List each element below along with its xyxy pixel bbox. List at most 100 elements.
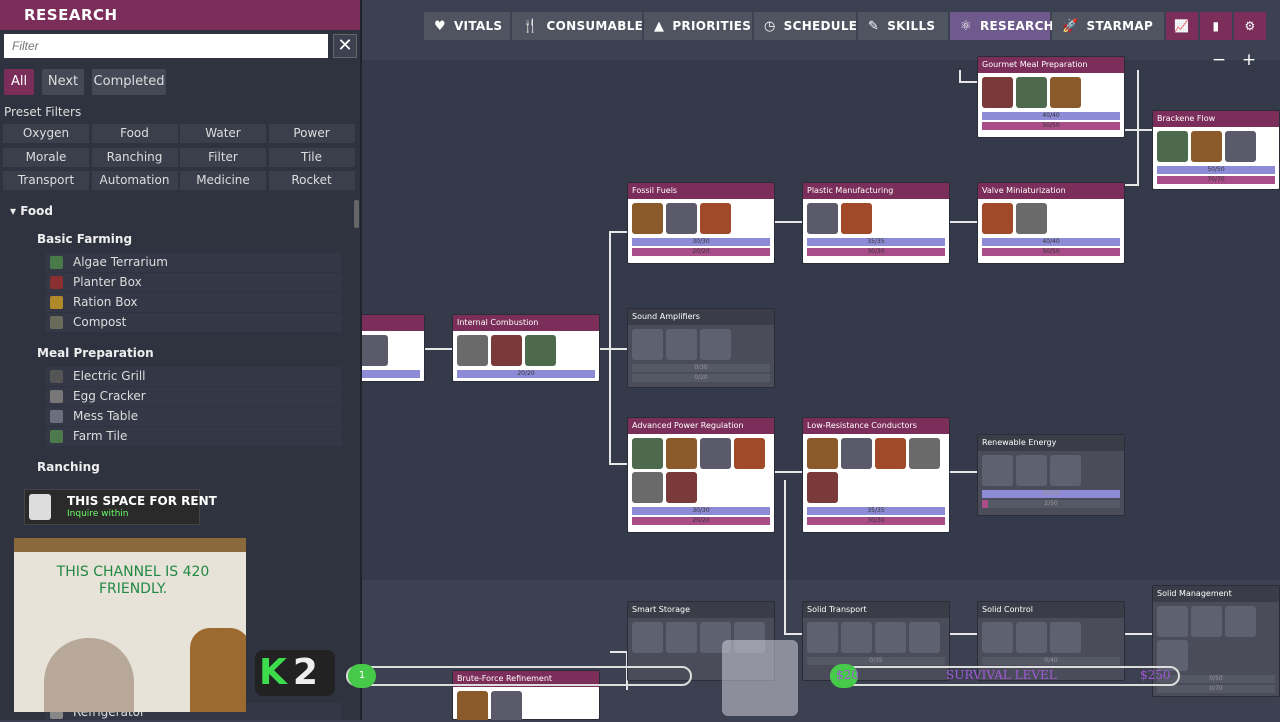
tech-node-low-resistance-conductors[interactable]: Low-Resistance Conductors 35/35 30/30 — [802, 417, 950, 533]
tech-unlock-icon[interactable] — [491, 691, 522, 720]
tab-completed[interactable]: Completed — [92, 69, 166, 95]
tech-unlock-icon[interactable] — [982, 455, 1013, 486]
tech-node-sound-amplifiers[interactable]: Sound Amplifiers 0/30 0/20 — [627, 308, 775, 388]
tech-unlock-icon[interactable] — [807, 438, 838, 469]
tech-unlock-icon[interactable] — [875, 622, 906, 653]
preset-filter-rocket[interactable]: Rocket — [268, 171, 355, 190]
preset-filter-ranching[interactable]: Ranching — [91, 147, 178, 167]
nav-skills[interactable]: ✎ SKILLS — [858, 12, 948, 40]
tech-node-advanced-power-regulation[interactable]: Advanced Power Regulation 30/30 20/20 — [627, 417, 775, 533]
research-tree[interactable]: Gourmet Meal Preparation 40/40 50/50 Bracke… — [362, 0, 1280, 720]
tech-node-fossil-fuels[interactable]: Fossil Fuels 30/30 20/20 — [627, 182, 775, 264]
list-item[interactable]: Farm Tile — [46, 427, 342, 446]
list-item[interactable]: Ration Box — [46, 293, 342, 312]
tech-unlock-icon[interactable] — [1016, 622, 1047, 653]
nav-schedule[interactable]: ◷ SCHEDULE — [754, 12, 857, 40]
tech-unlock-icon[interactable] — [666, 329, 697, 360]
tech-unlock-icon[interactable] — [982, 622, 1013, 653]
nav-research[interactable]: ⚛ RESEARCH — [950, 12, 1054, 40]
tech-unlock-icon[interactable] — [1050, 77, 1081, 108]
tech-unlock-icon[interactable] — [875, 438, 906, 469]
category-food[interactable]: ▾ Food — [10, 204, 53, 218]
tech-unlock-icon[interactable] — [1191, 131, 1222, 162]
preset-filter-water[interactable]: Water — [180, 124, 266, 143]
tech-unlock-icon[interactable] — [491, 335, 522, 366]
tech-unlock-icon[interactable] — [841, 622, 872, 653]
group-ranching[interactable]: Ranching — [37, 460, 100, 474]
gear-icon[interactable]: ⚙ — [1234, 12, 1266, 40]
tech-unlock-icon[interactable] — [666, 622, 697, 653]
tech-node-internal-combustion[interactable]: Internal Combustion 20/20 — [452, 314, 600, 382]
tech-unlock-icon[interactable] — [807, 203, 838, 234]
tech-unlock-icon[interactable] — [700, 203, 731, 234]
preset-filter-oxygen[interactable]: Oxygen — [3, 124, 89, 143]
tech-node-plastic-manufacturing[interactable]: Plastic Manufacturing 35/35 30/30 — [802, 182, 950, 264]
tech-unlock-icon[interactable] — [525, 335, 556, 366]
chart-icon[interactable]: 📈 — [1166, 12, 1198, 40]
tech-unlock-icon[interactable] — [632, 622, 663, 653]
tech-unlock-icon[interactable] — [1157, 131, 1188, 162]
tech-unlock-icon[interactable] — [841, 203, 872, 234]
tech-unlock-icon[interactable] — [666, 203, 697, 234]
tech-unlock-icon[interactable] — [362, 335, 388, 366]
tech-node-gourmet-meal-preparation[interactable]: Gourmet Meal Preparation 40/40 50/50 — [977, 56, 1125, 138]
tech-unlock-icon[interactable] — [457, 691, 488, 720]
tech-unlock-icon[interactable] — [909, 622, 940, 653]
tab-all[interactable]: All — [4, 69, 34, 95]
tech-node-valve-miniaturization[interactable]: Valve Miniaturization 40/40 50/50 — [977, 182, 1125, 264]
tech-unlock-icon[interactable] — [700, 438, 731, 469]
clear-filter-button[interactable]: ✕ — [333, 34, 357, 58]
tech-unlock-icon[interactable] — [841, 438, 872, 469]
tab-next[interactable]: Next — [42, 69, 84, 95]
tech-unlock-icon[interactable] — [632, 329, 663, 360]
book-icon[interactable]: ▮ — [1200, 12, 1232, 40]
preset-filter-food[interactable]: Food — [91, 124, 178, 143]
tech-unlock-icon[interactable] — [1050, 622, 1081, 653]
tech-unlock-icon[interactable] — [1050, 455, 1081, 486]
preset-filter-tile[interactable]: Tile — [268, 147, 355, 167]
preset-filter-medicine[interactable]: Medicine — [180, 171, 266, 190]
tech-unlock-icon[interactable] — [1225, 131, 1256, 162]
preset-filter-morale[interactable]: Morale — [3, 147, 89, 167]
list-item[interactable]: Compost — [46, 313, 342, 332]
nav-priorities[interactable]: ▲ PRIORITIES — [644, 12, 752, 40]
tech-unlock-icon[interactable] — [982, 203, 1013, 234]
list-item[interactable]: Planter Box — [46, 273, 342, 292]
filter-input[interactable] — [4, 34, 328, 58]
tech-unlock-icon[interactable] — [632, 203, 663, 234]
tech-unlock-icon[interactable] — [632, 438, 663, 469]
tech-unlock-icon[interactable] — [807, 472, 838, 503]
group-basic-farming[interactable]: Basic Farming — [37, 232, 132, 246]
list-item[interactable]: Algae Terrarium — [46, 253, 342, 272]
list-item[interactable]: Egg Cracker — [46, 387, 342, 406]
nav-consumables[interactable]: 🍴 CONSUMABLES — [512, 12, 652, 40]
zoom-out-icon[interactable]: − — [1207, 48, 1231, 72]
tech-node-brackene-flow[interactable]: Brackene Flow 50/50 70/70 — [1152, 110, 1280, 190]
preset-filter-power[interactable]: Power — [268, 124, 355, 143]
tech-unlock-icon[interactable] — [1016, 203, 1047, 234]
tech-unlock-icon[interactable] — [1225, 606, 1256, 637]
panel-scrollbar[interactable] — [354, 200, 359, 228]
preset-filter-filter[interactable]: Filter — [180, 147, 266, 167]
group-meal-preparation[interactable]: Meal Preparation — [37, 346, 154, 360]
nav-starmap[interactable]: 🚀 STARMAP — [1052, 12, 1164, 40]
tech-unlock-icon[interactable] — [734, 438, 765, 469]
tech-unlock-icon[interactable] — [982, 77, 1013, 108]
nav-vitals[interactable]: ♥ VITALS — [424, 12, 510, 40]
tech-unlock-icon[interactable] — [1016, 455, 1047, 486]
tech-node-partial[interactable] — [362, 314, 425, 382]
tech-unlock-icon[interactable] — [807, 622, 838, 653]
tech-unlock-icon[interactable] — [632, 472, 663, 503]
zoom-in-icon[interactable]: + — [1237, 48, 1261, 72]
tech-unlock-icon[interactable] — [666, 438, 697, 469]
tech-unlock-icon[interactable] — [909, 438, 940, 469]
tech-unlock-icon[interactable] — [1157, 606, 1188, 637]
tech-unlock-icon[interactable] — [666, 472, 697, 503]
preset-filter-automation[interactable]: Automation — [91, 171, 178, 190]
tech-unlock-icon[interactable] — [1191, 606, 1222, 637]
tech-unlock-icon[interactable] — [457, 335, 488, 366]
tech-unlock-icon[interactable] — [1016, 77, 1047, 108]
tech-node-renewable-energy[interactable]: Renewable Energy 40/40 2/50 — [977, 434, 1125, 516]
preset-filter-transport[interactable]: Transport — [3, 171, 89, 190]
tech-unlock-icon[interactable] — [700, 329, 731, 360]
